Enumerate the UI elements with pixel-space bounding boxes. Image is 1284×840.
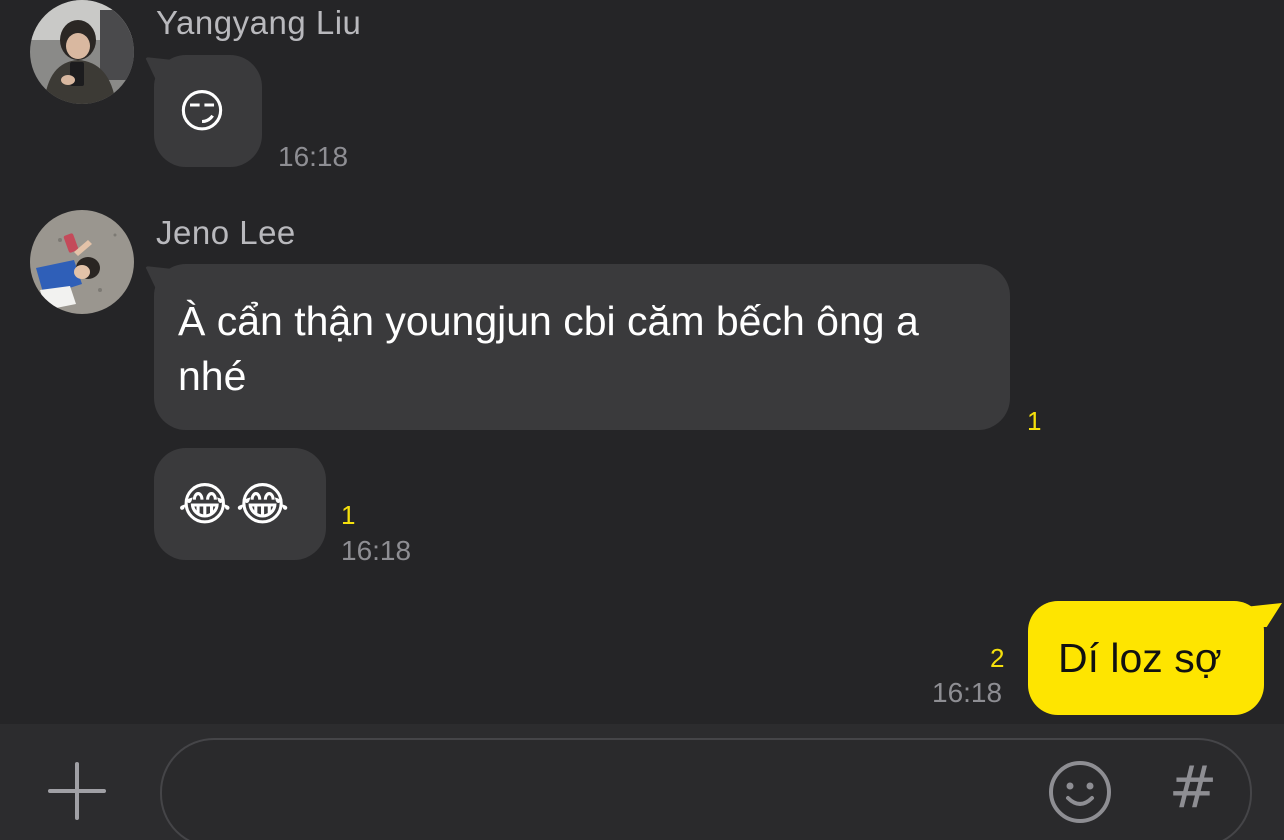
smirk-emoji: 😏 [178, 85, 226, 137]
tears-of-joy-emoji: 😂😂 [178, 478, 294, 530]
sender-name: Yangyang Liu [156, 4, 362, 41]
attach-button[interactable] [48, 762, 106, 820]
message-bubble[interactable]: À cẩn thận youngjun cbi căm bếch ông a n… [154, 264, 1010, 430]
my-message-bubble[interactable]: Dí loz sợ [1028, 601, 1264, 715]
message-time: 16:18 [278, 141, 349, 172]
avatar-jeno-lee[interactable] [30, 210, 134, 314]
hashtag-button[interactable]: # [1168, 756, 1218, 818]
message-bubble[interactable]: 😂😂 [154, 448, 326, 560]
emoji-button[interactable] [1048, 760, 1112, 824]
unread-count: 1 [341, 500, 356, 530]
unread-count: 1 [1027, 406, 1042, 436]
avatar-yangyang-liu[interactable] [30, 0, 134, 104]
message-time: 16:18 [341, 535, 412, 566]
plus-icon [48, 762, 106, 820]
message-input-field[interactable]: # [160, 738, 1252, 840]
smiley-icon [1049, 761, 1111, 823]
message-input-bar: # [0, 724, 1284, 840]
message-input[interactable] [192, 760, 1036, 812]
message-text: Dí loz sợ [1058, 635, 1222, 681]
message-bubble[interactable]: 😏 [154, 55, 262, 167]
avatar-photo-icon [30, 210, 134, 314]
chat-screen: Yangyang Liu 😏 16:18 Jeno Lee À cẩn thận… [0, 0, 1284, 840]
avatar-photo-icon [30, 0, 134, 104]
message-text: À cẩn thận youngjun cbi căm bếch ông a n… [178, 298, 919, 399]
message-time: 16:18 [932, 677, 1003, 708]
sender-name: Jeno Lee [156, 214, 296, 251]
unread-count: 2 [990, 643, 1005, 673]
